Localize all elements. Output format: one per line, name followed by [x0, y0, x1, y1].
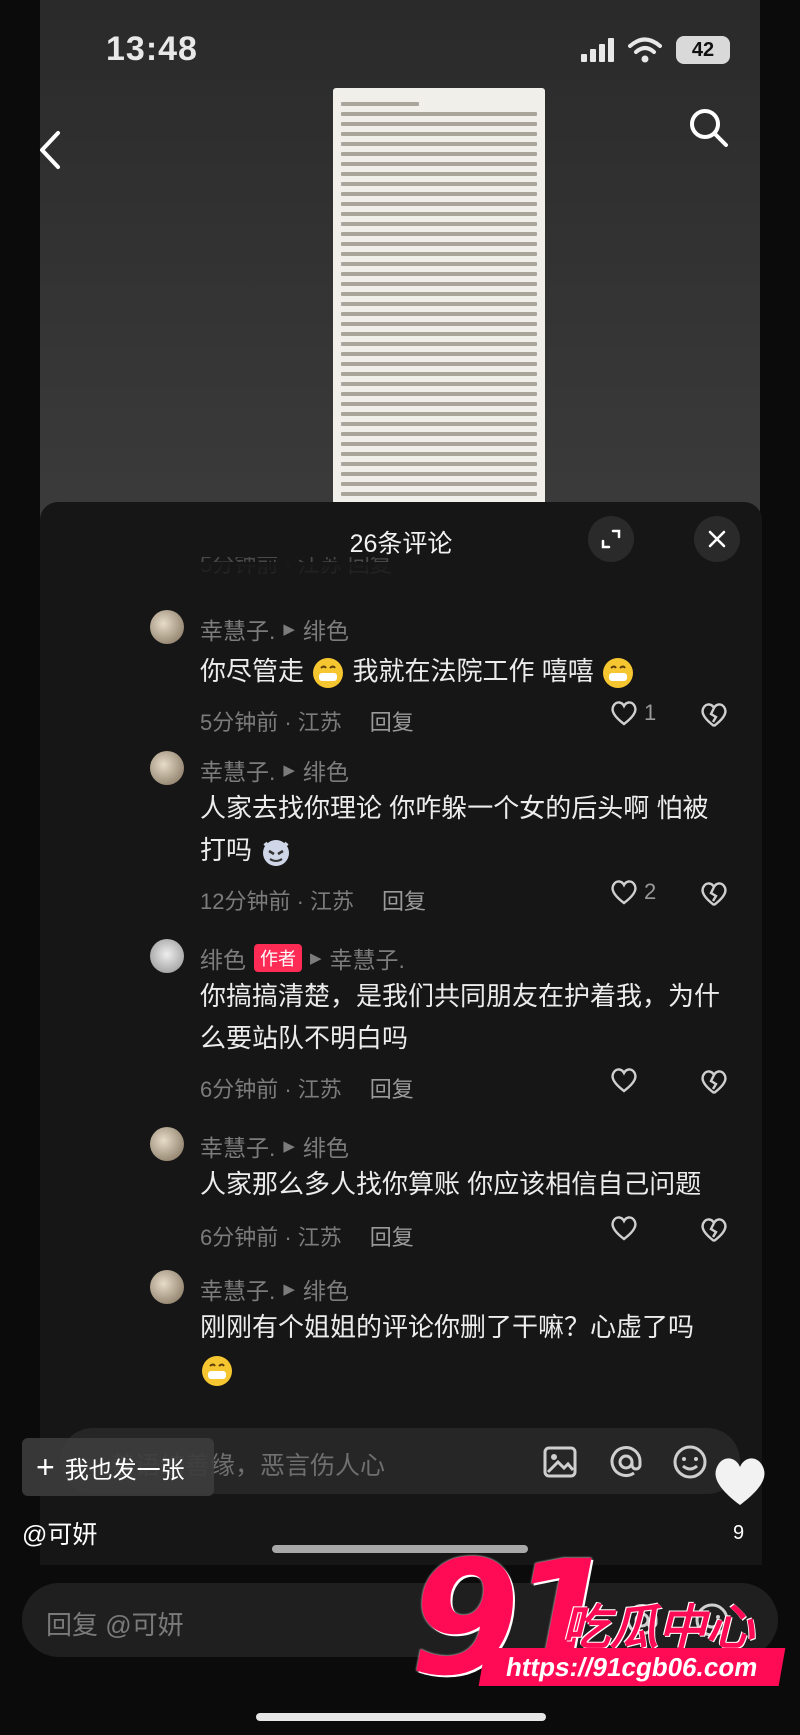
avatar[interactable]	[150, 751, 184, 785]
avatar[interactable]	[150, 1127, 184, 1161]
expand-icon	[601, 529, 621, 549]
comment-header: 绯色 作者 ▶ 幸慧子.	[200, 941, 405, 975]
screen: 13:48 42 26条评论 5分钟前	[0, 0, 800, 1735]
at-icon[interactable]	[606, 1442, 646, 1482]
comment-meta: 5分钟前 · 江苏 回复	[200, 705, 414, 737]
comment-header: 幸慧子. ▶ 绯色	[200, 1129, 349, 1163]
reply-arrow-icon: ▶	[283, 621, 295, 638]
avatar[interactable]	[150, 1270, 184, 1304]
close-button[interactable]	[694, 516, 740, 562]
author-badge: 作者	[254, 944, 302, 972]
close-icon	[708, 530, 726, 548]
status-time: 13:48	[106, 30, 198, 68]
comment-reply-to[interactable]: 绯色	[303, 612, 349, 646]
comment-text-part: 刚刚有个姐姐的评论你删了干嘛？心虚了吗	[200, 1312, 695, 1342]
heart-icon	[611, 1068, 637, 1093]
like-button[interactable]: 2	[610, 879, 656, 905]
video-background[interactable]	[40, 0, 760, 520]
like-heart-icon[interactable]	[712, 1455, 768, 1507]
reply-button[interactable]: 回复	[370, 1220, 414, 1252]
comment-time: 6分钟前 · 江苏	[200, 1225, 342, 1250]
comment-text: 你搞搞清楚，是我们共同朋友在护着我，为什么要站队不明白吗	[200, 981, 721, 1053]
reply-arrow-icon: ▶	[310, 950, 322, 967]
like-button[interactable]	[610, 1215, 644, 1241]
back-icon[interactable]	[30, 125, 70, 175]
comment-text-part: 你尽管走	[200, 656, 305, 686]
document-thumbnail	[333, 88, 545, 508]
wifi-icon	[628, 37, 662, 63]
comment-username[interactable]: 幸慧子.	[200, 1272, 275, 1306]
avatar[interactable]	[150, 610, 184, 644]
comment-username[interactable]: 幸慧子.	[200, 753, 275, 787]
status-icons: 42	[581, 36, 730, 64]
like-count: 1	[644, 700, 657, 725]
comment-reply-to[interactable]: 绯色	[303, 1129, 349, 1163]
image-icon[interactable]	[540, 1442, 580, 1482]
comment-meta: 6分钟前 · 江苏 回复	[200, 1072, 414, 1104]
comment-text: 刚刚有个姐姐的评论你删了干嘛？心虚了吗	[200, 1306, 725, 1390]
post-too-button[interactable]: + 我也发一张	[22, 1438, 214, 1496]
comment-reply-to[interactable]: 绯色	[303, 753, 349, 787]
reply-input-placeholder[interactable]: 回复 @可妍	[46, 1605, 184, 1642]
comments-title: 26条评论	[349, 530, 453, 558]
heart-icon	[611, 1216, 637, 1241]
grin-emoji-icon	[313, 658, 344, 689]
avatar[interactable]	[150, 939, 184, 973]
comment-meta: 12分钟前 · 江苏 回复	[200, 884, 426, 916]
emoji-icon[interactable]	[670, 1442, 710, 1482]
reply-arrow-icon: ▶	[283, 762, 295, 779]
grin-emoji-icon	[602, 658, 633, 689]
plus-icon: +	[36, 1449, 55, 1485]
like-count: 9	[733, 1522, 745, 1544]
like-button[interactable]	[610, 1067, 644, 1093]
comment-header: 幸慧子. ▶ 绯色	[200, 612, 349, 646]
comment-header: 幸慧子. ▶ 绯色	[200, 753, 349, 787]
broken-heart-icon[interactable]	[700, 1069, 728, 1095]
reply-arrow-icon: ▶	[283, 1138, 295, 1155]
expand-button[interactable]	[588, 516, 634, 562]
watermark-url: https://91cgb06.com	[478, 1648, 786, 1686]
reply-arrow-icon: ▶	[283, 1281, 295, 1298]
comment-time: 5分钟前 · 江苏	[200, 710, 342, 735]
comment-username[interactable]: 幸慧子.	[200, 612, 275, 646]
devil-emoji-icon	[263, 840, 290, 867]
post-too-label: 我也发一张	[64, 1456, 185, 1484]
broken-heart-icon[interactable]	[700, 881, 728, 907]
heart-icon	[611, 880, 637, 905]
comment-reply-to[interactable]: 幸慧子.	[330, 941, 405, 975]
reply-button[interactable]: 回复	[370, 1072, 414, 1104]
comment-text: 人家去找你理论 你咋躲一个女的后头啊 怕被打吗	[200, 787, 725, 871]
like-count: 2	[644, 879, 657, 904]
comment-time: 12分钟前 · 江苏	[200, 889, 355, 914]
broken-heart-icon[interactable]	[700, 1217, 728, 1243]
grin-emoji-icon	[202, 1356, 232, 1387]
reply-button[interactable]: 回复	[382, 884, 426, 916]
fade-overlay	[40, 562, 762, 602]
comment-text-part: 我就在法院工作 嘻嘻	[352, 656, 594, 686]
like-button[interactable]: 1	[610, 700, 656, 726]
signal-icon	[581, 38, 614, 62]
comment-time: 6分钟前 · 江苏	[200, 1077, 342, 1102]
heart-icon	[611, 701, 637, 726]
comment-reply-to[interactable]: 绯色	[303, 1272, 349, 1306]
broken-heart-icon[interactable]	[700, 702, 728, 728]
home-indicator[interactable]	[256, 1713, 546, 1721]
battery-indicator: 42	[676, 36, 730, 64]
comment-meta: 6分钟前 · 江苏 回复	[200, 1220, 414, 1252]
video-author[interactable]: @可妍	[22, 1515, 97, 1551]
comment-header: 幸慧子. ▶ 绯色	[200, 1272, 349, 1306]
comments-sheet: 26条评论 5分钟前 · 江苏 回复 幸慧子. ▶ 绯色 你尽管走	[40, 502, 762, 1582]
comment-username[interactable]: 幸慧子.	[200, 1129, 275, 1163]
comment-text: 人家那么多人找你算账 你应该相信自己问题	[200, 1169, 702, 1199]
reply-button[interactable]: 回复	[370, 705, 414, 737]
search-icon[interactable]	[686, 105, 730, 149]
comment-username[interactable]: 绯色	[200, 941, 246, 975]
comment-text: 你尽管走 我就在法院工作 嘻嘻	[200, 650, 725, 692]
